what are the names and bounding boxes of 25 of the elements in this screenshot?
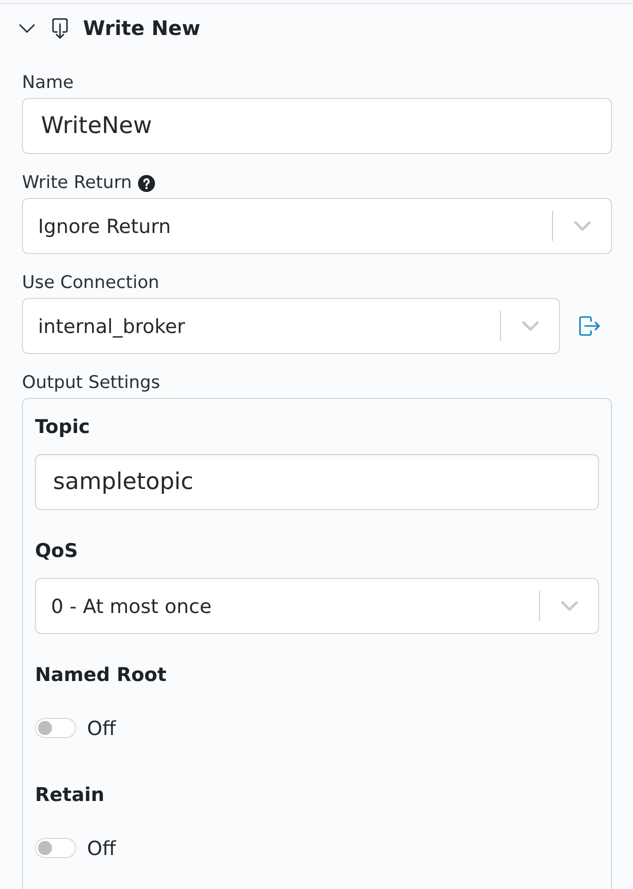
chevron-down-icon	[522, 321, 538, 331]
help-icon[interactable]	[138, 174, 155, 192]
select-dropdown[interactable]: 0 - At most once	[35, 578, 599, 634]
field-label: Name	[22, 72, 74, 94]
select-dropdown[interactable]: Ignore Return	[22, 198, 612, 254]
chevron-down-icon	[574, 221, 590, 231]
field-label: Retain	[35, 783, 104, 807]
chevron-down-icon	[560, 601, 578, 611]
toggle-switch[interactable]	[35, 838, 76, 858]
box-arrow-right-icon[interactable]	[579, 316, 600, 336]
section-title: Write New	[83, 16, 200, 40]
text-input[interactable]: WriteNew	[22, 98, 612, 154]
toggle-state-label: Off	[87, 836, 116, 860]
field-label: Topic	[35, 415, 90, 439]
select-dropdown[interactable]: internal_broker	[22, 298, 560, 354]
field-label: Named Root	[35, 663, 166, 687]
box-arrow-down-icon	[52, 18, 68, 38]
text-input[interactable]: sampletopic	[35, 454, 599, 510]
field-label: QoS	[35, 539, 78, 563]
chevron-down-icon[interactable]	[19, 24, 35, 32]
group-label: Output Settings	[22, 372, 160, 394]
field-label: Use Connection	[22, 272, 160, 294]
field-label: Write Return	[22, 172, 132, 194]
toggle-switch[interactable]	[35, 718, 76, 738]
toggle-state-label: Off	[87, 716, 116, 740]
